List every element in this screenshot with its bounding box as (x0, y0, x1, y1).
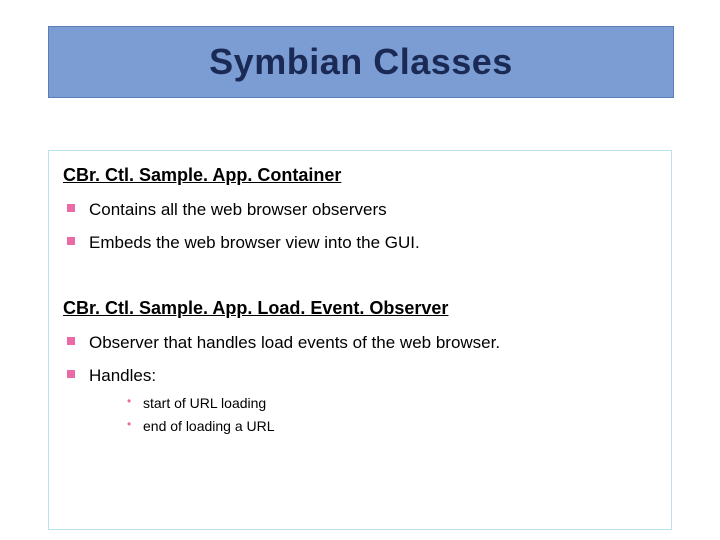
title-text: Symbian Classes (209, 41, 513, 83)
list-item-text: Handles: (89, 366, 156, 385)
list-item: Handles: start of URL loading end of loa… (63, 360, 657, 443)
list-item: Contains all the web browser observers (63, 194, 657, 227)
section1-list: Contains all the web browser observers E… (63, 194, 657, 260)
section2-list: Observer that handles load events of the… (63, 327, 657, 443)
section1-heading: CBr. Ctl. Sample. App. Container (63, 165, 657, 186)
sublist-item: start of URL loading (123, 392, 657, 415)
list-item: Observer that handles load events of the… (63, 327, 657, 360)
title-bar: Symbian Classes (48, 26, 674, 98)
section2-sublist: start of URL loading end of loading a UR… (89, 392, 657, 438)
list-item: Embeds the web browser view into the GUI… (63, 227, 657, 260)
content-box: CBr. Ctl. Sample. App. Container Contain… (48, 150, 672, 530)
slide: Symbian Classes CBr. Ctl. Sample. App. C… (0, 0, 720, 540)
sublist-item: end of loading a URL (123, 415, 657, 438)
section2-heading: CBr. Ctl. Sample. App. Load. Event. Obse… (63, 298, 657, 319)
